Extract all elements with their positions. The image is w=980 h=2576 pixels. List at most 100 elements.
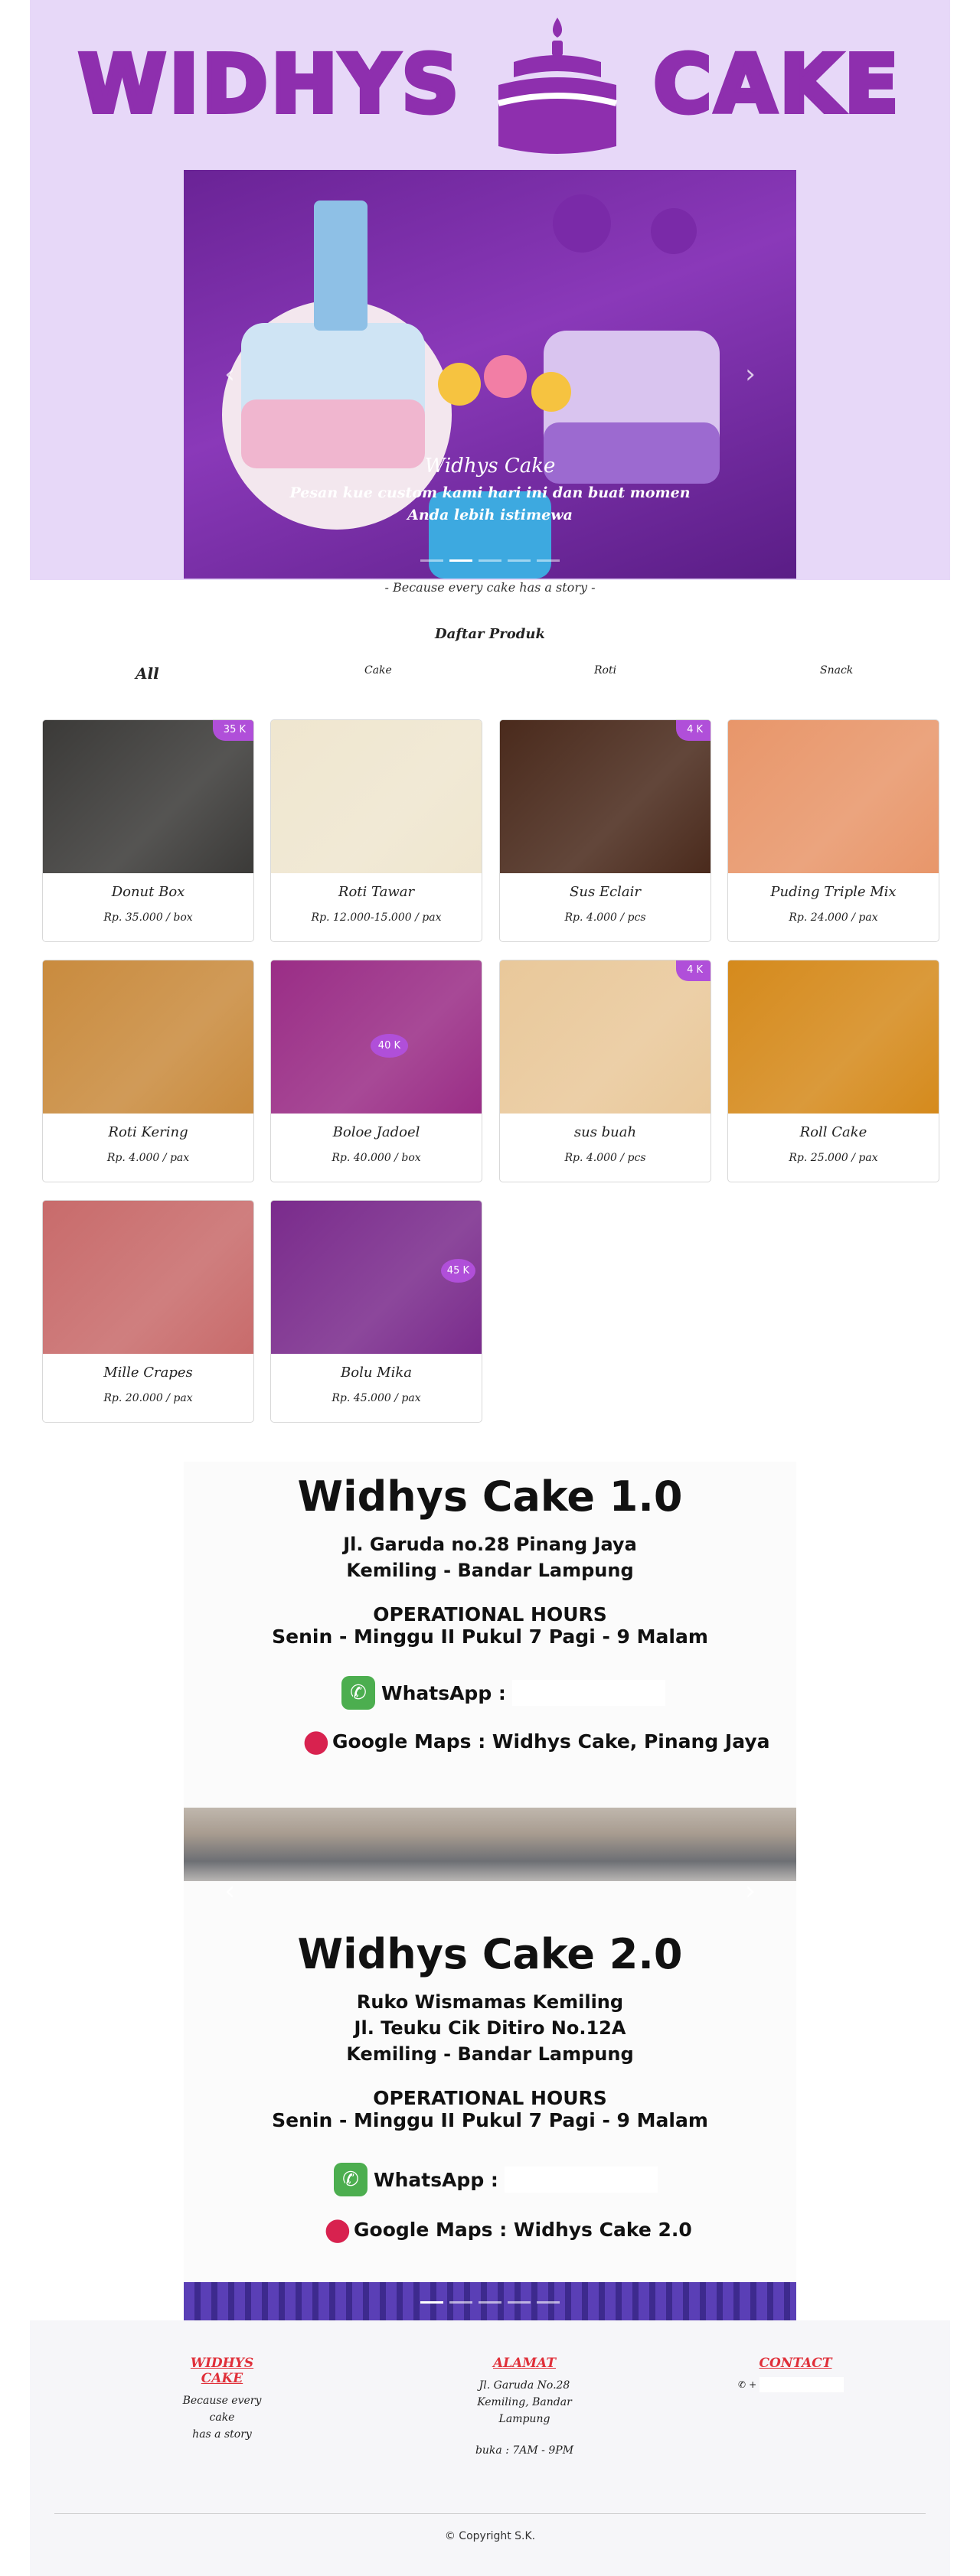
product-card[interactable]: Roll Cake Rp. 25.000 / pax xyxy=(727,960,939,1182)
footer-brand-line: has a story xyxy=(192,2428,252,2441)
carousel-indicator[interactable] xyxy=(537,2301,560,2304)
whatsapp-icon: ✆ xyxy=(738,2379,746,2390)
carousel-caption: Widhys Cake Pesan kue custom kami hari i… xyxy=(184,455,796,527)
product-card[interactable]: 45 K Bolu Mika Rp. 45.000 / pax xyxy=(270,1200,482,1423)
carousel-indicator[interactable] xyxy=(449,2301,472,2304)
store-2-hours: Senin - Minggu II Pukul 7 Pagi - 9 Malam xyxy=(272,2109,708,2131)
product-price: Rp. 24.000 / pax xyxy=(789,911,878,924)
footer-address-column: ALAMAT Jl. Garuda No.28 Kemiling, Bandar… xyxy=(471,2356,578,2457)
carousel-indicator[interactable] xyxy=(508,2301,531,2304)
products-title: Daftar Produk xyxy=(435,626,545,642)
filter-all[interactable]: All xyxy=(136,664,159,683)
site-footer: WIDHYS CAKE Because every cake has a sto… xyxy=(30,2320,950,2576)
product-name: Mille Crapes xyxy=(103,1365,193,1381)
product-price: Rp. 12.000-15.000 / pax xyxy=(311,911,442,924)
product-card[interactable]: Roti Tawar Rp. 12.000-15.000 / pax xyxy=(270,719,482,942)
site-header: WIDHYS CAKE ‹ › Widhys Cake Pesan kue cu… xyxy=(30,0,950,580)
chevron-right-icon: › xyxy=(745,359,756,390)
product-card[interactable]: 35 K Donut Box Rp. 35.000 / box xyxy=(42,719,254,942)
product-image xyxy=(500,960,710,1114)
product-card[interactable]: Roti Kering Rp. 4.000 / pax xyxy=(42,960,254,1182)
cake-logo-icon xyxy=(485,11,630,157)
product-image xyxy=(43,960,253,1114)
torn-edge-decoration xyxy=(184,1789,796,1808)
product-name: Bolu Mika xyxy=(341,1365,412,1381)
filter-roti[interactable]: Roti xyxy=(594,664,616,677)
whatsapp-prefix: + xyxy=(749,2379,757,2390)
whatsapp-icon: ✆ xyxy=(334,2163,368,2196)
maps-label: Google Maps : Widhys Cake 2.0 xyxy=(354,2218,692,2241)
caption-text: Pesan kue custom kami hari ini dan buat … xyxy=(289,484,691,523)
store-2-address-line: Jl. Teuku Cik Ditiro No.12A xyxy=(354,2017,626,2039)
carousel-indicator[interactable] xyxy=(537,559,560,562)
carousel-indicator[interactable] xyxy=(479,2301,501,2304)
product-price: Rp. 40.000 / box xyxy=(332,1152,421,1164)
product-price: Rp. 20.000 / pax xyxy=(103,1392,193,1404)
price-badge: 4 K xyxy=(676,960,710,981)
product-card[interactable]: 4 K sus buah Rp. 4.000 / pcs xyxy=(499,960,711,1182)
product-card[interactable]: 40 K Boloe Jadoel Rp. 40.000 / box xyxy=(270,960,482,1182)
carousel-prev-button[interactable]: ‹ xyxy=(214,1868,245,1914)
product-price: Rp. 35.000 / box xyxy=(103,911,193,924)
product-name: sus buah xyxy=(573,1124,637,1140)
product-name: Roll Cake xyxy=(799,1124,867,1140)
filter-cake[interactable]: Cake xyxy=(364,664,392,677)
product-price: Rp. 25.000 / pax xyxy=(789,1152,878,1164)
store-info-carousel[interactable]: Widhys Cake 1.0 Jl. Garuda no.28 Pinang … xyxy=(184,1462,796,2320)
carousel-indicator-active[interactable] xyxy=(420,2301,443,2304)
store-2-whatsapp: ✆ WhatsApp : xyxy=(334,2163,658,2196)
map-pin-icon: ● xyxy=(302,1723,330,1759)
whatsapp-label: WhatsApp : xyxy=(374,2168,498,2191)
chevron-left-icon: ‹ xyxy=(224,1876,235,1906)
product-price: Rp. 4.000 / pax xyxy=(106,1152,190,1164)
product-card[interactable]: Puding Triple Mix Rp. 24.000 / pax xyxy=(727,719,939,942)
product-image xyxy=(728,960,939,1114)
store-1-info: Widhys Cake 1.0 Jl. Garuda no.28 Pinang … xyxy=(184,1472,796,1648)
product-name: Sus Eclair xyxy=(570,884,641,900)
carousel-next-button[interactable]: › xyxy=(735,351,766,397)
store-2-address: Ruko Wismamas Kemiling Jl. Teuku Cik Dit… xyxy=(184,1989,796,2067)
product-image xyxy=(43,1201,253,1354)
product-image xyxy=(500,720,710,873)
whatsapp-number-box xyxy=(511,1680,665,1706)
store-1-hours: Senin - Minggu II Pukul 7 Pagi - 9 Malam xyxy=(272,1625,708,1648)
footer-contact-column: CONTACT ✆ + xyxy=(738,2356,853,2392)
carousel-indicator[interactable] xyxy=(420,559,443,562)
product-name: Roti Tawar xyxy=(338,884,415,900)
brand-logo[interactable]: WIDHYS CAKE xyxy=(30,9,950,158)
carousel-prev-button[interactable]: ‹ xyxy=(214,351,245,397)
carousel-indicator[interactable] xyxy=(508,559,531,562)
price-badge: 40 K xyxy=(370,1034,408,1058)
store-1-address: Jl. Garuda no.28 Pinang Jaya Kemiling - … xyxy=(184,1531,796,1583)
hero-carousel[interactable]: ‹ › Widhys Cake Pesan kue custom kami ha… xyxy=(184,170,796,579)
footer-whatsapp[interactable]: ✆ + xyxy=(738,2377,853,2392)
product-price: Rp. 45.000 / pax xyxy=(332,1392,421,1404)
footer-hours: buka : 7AM - 9PM xyxy=(475,2444,574,2457)
whatsapp-number-box xyxy=(504,2167,658,2193)
caption-title: Widhys Cake xyxy=(424,455,556,478)
maps-label: Google Maps : Widhys Cake, Pinang Jaya xyxy=(332,1730,770,1753)
footer-brand-text: Because every cake has a story xyxy=(172,2392,272,2443)
product-image xyxy=(43,720,253,873)
product-card[interactable]: 4 K Sus Eclair Rp. 4.000 / pcs xyxy=(499,719,711,942)
filter-snack[interactable]: Snack xyxy=(820,664,853,677)
footer-brand-line: Because every cake xyxy=(182,2395,262,2424)
product-price: Rp. 4.000 / pcs xyxy=(564,911,646,924)
torn-edge-decoration xyxy=(184,1881,796,1899)
carousel-indicator[interactable] xyxy=(479,559,501,562)
product-name: Puding Triple Mix xyxy=(770,884,897,900)
whatsapp-icon: ✆ xyxy=(341,1676,375,1710)
carousel-next-button[interactable]: › xyxy=(735,1868,766,1914)
price-badge: 45 K xyxy=(440,1259,475,1283)
footer-brand-column: WIDHYS CAKE Because every cake has a sto… xyxy=(172,2356,272,2443)
chevron-right-icon: › xyxy=(745,1876,756,1906)
carousel-indicator-active[interactable] xyxy=(449,559,472,562)
whatsapp-number-box xyxy=(760,2377,844,2392)
footer-address-line: Kemiling, Bandar xyxy=(477,2396,572,2408)
store-1-address-line: Jl. Garuda no.28 Pinang Jaya xyxy=(343,1534,637,1555)
product-image xyxy=(271,720,482,873)
footer-contact-title: CONTACT xyxy=(759,2356,832,2371)
footer-divider xyxy=(54,2513,926,2514)
product-card[interactable]: Mille Crapes Rp. 20.000 / pax xyxy=(42,1200,254,1423)
footer-address-title: ALAMAT xyxy=(492,2356,557,2371)
